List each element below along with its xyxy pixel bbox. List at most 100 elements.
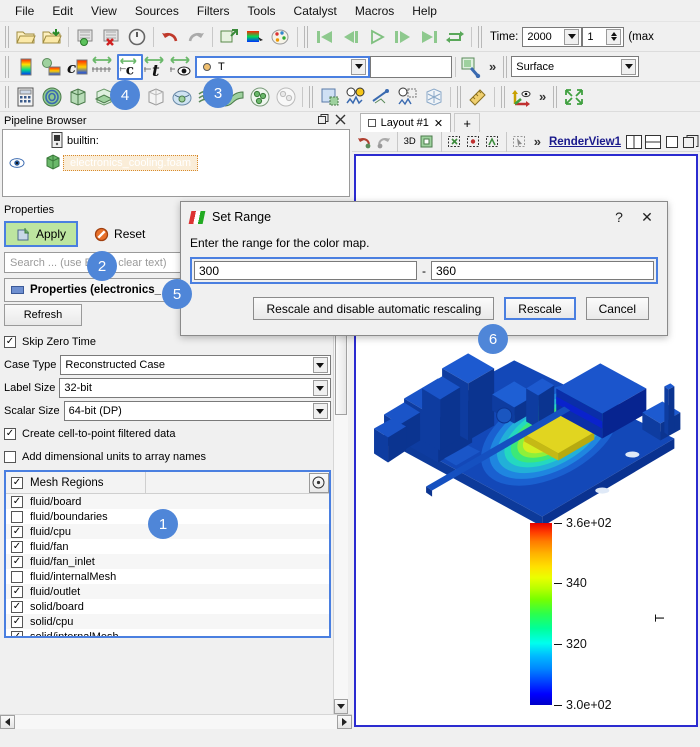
chevron-down-icon[interactable] <box>312 403 328 419</box>
connect-server-icon[interactable] <box>72 24 98 50</box>
label-size-combo[interactable]: 32-bit <box>59 378 331 398</box>
frame-spinner[interactable]: 1 <box>582 26 625 47</box>
mesh-region-checkbox[interactable]: ✓ <box>11 495 23 508</box>
mesh-regions-select-all-checkbox[interactable]: ✓ <box>11 476 23 489</box>
toolbar-grip[interactable] <box>308 85 315 108</box>
scroll-right-icon[interactable] <box>336 715 352 729</box>
axes-box-icon[interactable] <box>421 84 447 110</box>
close-icon[interactable] <box>335 114 346 128</box>
plot-over-line-icon[interactable] <box>369 84 395 110</box>
toolbar-grip[interactable] <box>303 25 310 48</box>
list-item[interactable]: fluid/internalMesh <box>6 569 329 584</box>
color-legend[interactable]: 3.6e+02 340 320 3.0e+02 T <box>518 515 667 715</box>
menu-edit[interactable]: Edit <box>43 2 82 20</box>
list-item[interactable]: ✓ solid/board <box>6 599 329 614</box>
menu-sources[interactable]: Sources <box>126 2 188 20</box>
scroll-down-icon[interactable] <box>333 699 348 714</box>
apply-button[interactable]: Apply <box>4 221 79 247</box>
toolbar-grip[interactable] <box>456 85 463 108</box>
rescale-to-data-range-over-time-icon[interactable] <box>91 54 117 80</box>
extract-subset-icon[interactable] <box>143 84 169 110</box>
reset-button[interactable]: Reset <box>84 221 155 247</box>
palette-icon[interactable] <box>268 24 294 50</box>
cell-to-point-row[interactable]: ✓ Create cell-to-point filtered data <box>4 424 331 444</box>
scrollbar-track[interactable] <box>15 715 337 729</box>
menu-catalyst[interactable]: Catalyst <box>285 2 346 20</box>
camera-undo-icon[interactable] <box>356 133 374 151</box>
component-combo[interactable] <box>370 55 452 78</box>
view-toolbar-overflow-icon[interactable]: » <box>530 134 545 149</box>
select-frustum-icon[interactable] <box>484 133 502 151</box>
timer-icon[interactable] <box>124 24 150 50</box>
undo-icon[interactable] <box>157 24 183 50</box>
cancel-button[interactable]: Cancel <box>585 297 649 320</box>
orientation-axes-icon[interactable] <box>509 84 535 110</box>
add-layout-button[interactable]: + <box>454 113 481 132</box>
split-vertical-icon[interactable] <box>644 133 662 151</box>
pipeline-browser[interactable]: builtin: electronics_cooling.foam <box>2 129 350 197</box>
chevron-down-icon[interactable] <box>312 357 328 373</box>
mesh-region-checkbox[interactable] <box>11 570 23 583</box>
rescale-and-disable-button[interactable]: Rescale and disable automatic rescaling <box>253 297 495 320</box>
pipeline-source-row[interactable]: electronics_cooling.foam <box>3 152 349 174</box>
toolbar-grip[interactable] <box>4 55 11 78</box>
range-min-input[interactable]: 300 <box>194 261 417 280</box>
last-frame-icon[interactable] <box>416 24 442 50</box>
menu-view[interactable]: View <box>82 2 126 20</box>
scrollbar-track[interactable] <box>333 319 348 699</box>
help-icon[interactable]: ? <box>611 209 627 226</box>
open-file-icon[interactable] <box>13 24 39 50</box>
open-recent-icon[interactable] <box>39 24 65 50</box>
scalar-size-combo[interactable]: 64-bit (DP) <box>63 401 331 421</box>
undock-icon[interactable] <box>317 113 329 128</box>
colormap-editor-icon[interactable] <box>242 24 268 50</box>
set-range-dialog[interactable]: Set Range ? ✕ Enter the range for the co… <box>180 201 668 336</box>
mesh-region-checkbox[interactable]: ✓ <box>11 540 23 553</box>
close-icon[interactable]: ✕ <box>434 117 443 130</box>
mesh-region-checkbox[interactable]: ✓ <box>11 585 23 598</box>
toolbar-grip[interactable] <box>500 85 507 108</box>
list-item[interactable]: ✓ fluid/fan <box>6 539 329 554</box>
list-item[interactable]: ✓ fluid/fan_inlet <box>6 554 329 569</box>
toolbar-grip[interactable] <box>4 25 11 48</box>
properties-horizontal-scrollbar[interactable] <box>0 714 352 729</box>
mesh-regions-options-icon[interactable] <box>308 472 329 493</box>
ruler-icon[interactable] <box>465 84 491 110</box>
select-points-icon[interactable] <box>465 133 483 151</box>
chevron-down-icon[interactable] <box>312 380 328 396</box>
interaction-mode-icon[interactable] <box>419 133 437 151</box>
mesh-regions-header-cell[interactable]: ✓ Mesh Regions <box>6 472 146 493</box>
representation-combo[interactable]: Surface <box>511 56 640 77</box>
chevron-down-icon[interactable] <box>621 58 637 75</box>
spinner-arrows-icon[interactable] <box>606 28 622 45</box>
calculator-icon[interactable] <box>13 84 39 110</box>
plot-data-icon[interactable] <box>395 84 421 110</box>
list-item[interactable]: ✓ solid/internalMesh <box>6 629 329 636</box>
mesh-region-checkbox[interactable]: ✓ <box>11 555 23 568</box>
rescale-button[interactable]: Rescale <box>504 297 576 320</box>
time-value-combo[interactable]: 2000 <box>522 26 583 47</box>
case-type-combo[interactable]: Reconstructed Case <box>60 355 331 375</box>
toggle-3d-button[interactable]: 3D <box>402 136 418 147</box>
maximize-view-icon[interactable] <box>663 133 681 151</box>
color-by-array-icon[interactable] <box>39 54 65 80</box>
menu-tools[interactable]: Tools <box>239 2 285 20</box>
refresh-button[interactable]: Refresh <box>4 304 82 326</box>
previous-frame-icon[interactable] <box>338 24 364 50</box>
skip-zero-time-checkbox[interactable]: ✓ <box>4 336 16 348</box>
chevron-down-icon[interactable] <box>351 58 366 75</box>
toolbar-grip[interactable] <box>4 85 11 108</box>
list-item[interactable]: ✓ fluid/board <box>6 494 329 509</box>
menu-filters[interactable]: Filters <box>188 2 239 20</box>
cell-to-point-checkbox[interactable]: ✓ <box>4 428 16 440</box>
pipeline-server-row[interactable]: builtin: <box>3 130 349 152</box>
edit-color-legend-icon[interactable] <box>459 54 485 80</box>
menu-help[interactable]: Help <box>403 2 446 20</box>
edit-color-map-icon[interactable] <box>13 54 39 80</box>
dimensional-units-checkbox[interactable] <box>4 451 16 463</box>
menu-file[interactable]: File <box>6 2 43 20</box>
toolbar-grip[interactable] <box>477 25 484 48</box>
collapse-icon[interactable] <box>11 286 24 294</box>
mesh-region-checkbox[interactable]: ✓ <box>11 630 23 636</box>
rescale-to-custom-range-icon[interactable]: c <box>117 53 143 80</box>
